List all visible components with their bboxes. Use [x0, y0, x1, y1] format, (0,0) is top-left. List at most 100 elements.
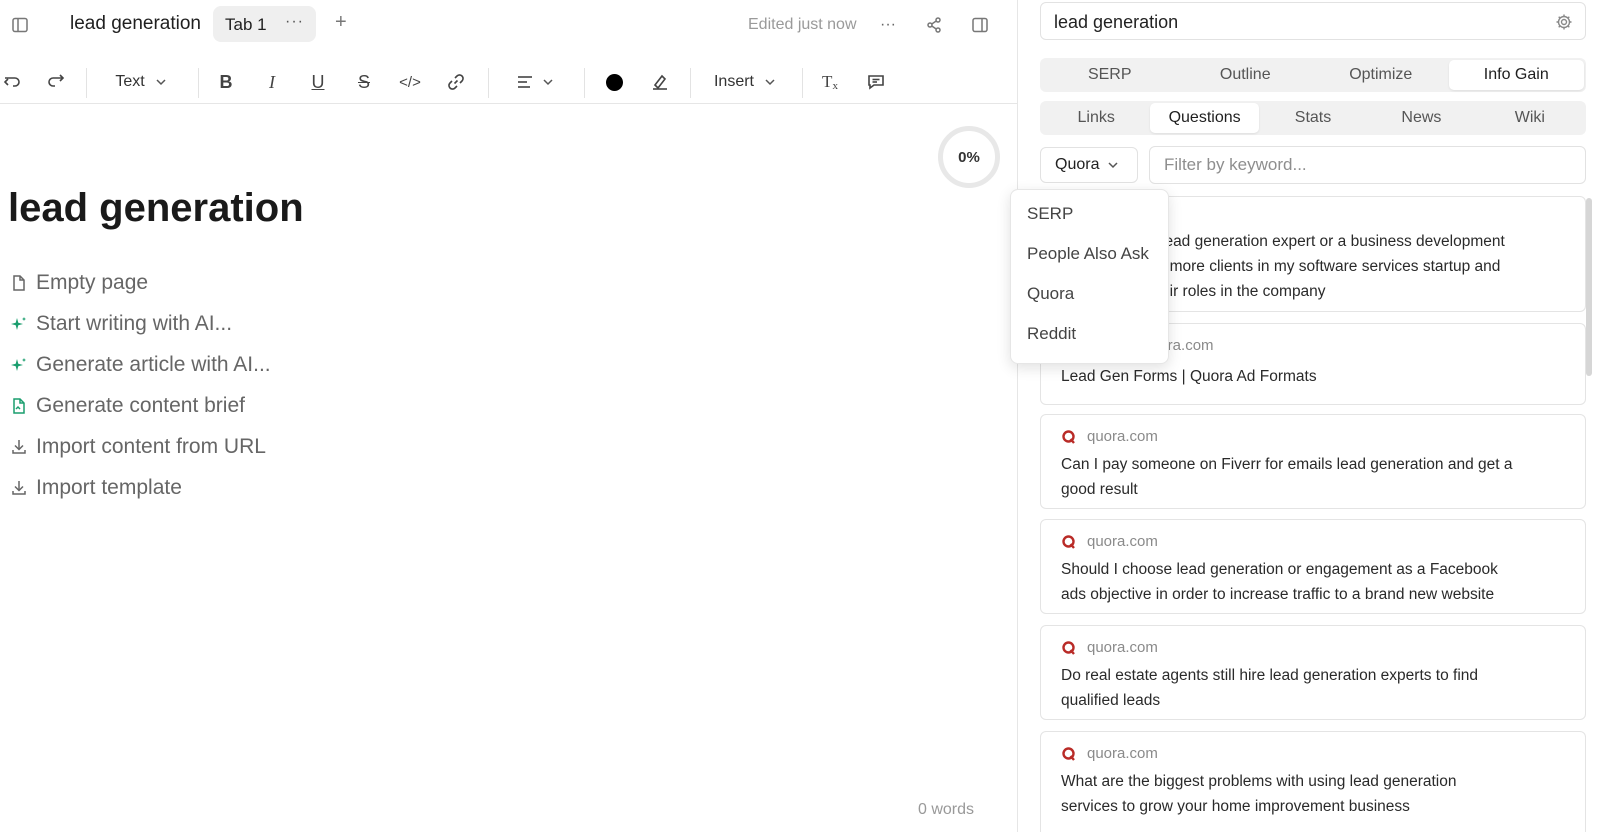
- tab-stats[interactable]: Stats: [1259, 103, 1367, 133]
- link-icon[interactable]: [444, 70, 468, 94]
- document-title[interactable]: lead generation: [70, 13, 201, 35]
- source-option-reddit[interactable]: Reddit: [1027, 324, 1076, 344]
- edit-status: Edited just now: [748, 16, 857, 33]
- quora-icon: [1062, 640, 1075, 655]
- source-option-quora[interactable]: Quora: [1027, 284, 1074, 304]
- toolbar-divider: [86, 68, 87, 98]
- toolbar-divider: [198, 68, 199, 98]
- add-tab-icon[interactable]: +: [335, 11, 347, 34]
- bold-icon[interactable]: B: [214, 70, 238, 94]
- tab-1[interactable]: Tab 1 ···: [213, 6, 316, 42]
- action-start-writing-ai[interactable]: Start writing with AI...: [10, 303, 271, 344]
- keyword-search[interactable]: lead generation: [1040, 2, 1586, 40]
- tab-wiki[interactable]: Wiki: [1476, 103, 1584, 133]
- action-generate-brief[interactable]: Generate content brief: [10, 385, 271, 426]
- clear-format-icon[interactable]: Tx: [818, 70, 842, 94]
- toolbar-divider: [488, 68, 489, 98]
- sparkle-icon: [10, 356, 36, 374]
- italic-icon[interactable]: I: [260, 70, 284, 94]
- source-select[interactable]: Quora: [1040, 147, 1138, 183]
- source-option-people-also-ask[interactable]: People Also Ask: [1027, 244, 1149, 264]
- code-icon[interactable]: </>: [398, 70, 422, 94]
- share-icon[interactable]: [922, 13, 946, 37]
- tab-more-icon[interactable]: ···: [285, 13, 304, 31]
- highlight-icon[interactable]: [648, 70, 672, 94]
- source-select-value: Quora: [1055, 156, 1100, 173]
- word-count: 0 words: [918, 801, 975, 818]
- underline-icon[interactable]: U: [306, 70, 330, 94]
- toolbar-divider: [584, 68, 585, 98]
- list-item[interactable]: quora.com Do real estate agents still hi…: [1040, 625, 1586, 720]
- chevron-down-icon: [156, 79, 166, 86]
- formatting-toolbar: Text B I U S </> Insert Tx: [0, 60, 1018, 104]
- result-text: qualified leads: [1061, 692, 1161, 709]
- quora-icon: [1062, 429, 1075, 444]
- result-text: services to grow your home improvement b…: [1061, 798, 1410, 815]
- page-heading[interactable]: lead generation: [8, 186, 304, 231]
- text-style-label: Text: [115, 73, 145, 90]
- strikethrough-icon[interactable]: S: [352, 70, 376, 94]
- action-label: Generate article with AI...: [36, 352, 271, 376]
- quora-icon: [1062, 534, 1075, 549]
- insert-dropdown[interactable]: Insert: [710, 70, 780, 94]
- main-tabs: SERP Outline Optimize Info Gain: [1040, 58, 1586, 92]
- chevron-down-icon: [543, 79, 553, 86]
- result-text: good result: [1061, 481, 1138, 498]
- content-score-ring: 0%: [938, 126, 1000, 188]
- gear-icon[interactable]: [1555, 13, 1573, 31]
- tab-questions[interactable]: Questions: [1150, 103, 1259, 133]
- action-label: Empty page: [36, 270, 149, 294]
- list-item[interactable]: quora.com Should I choose lead generatio…: [1040, 519, 1586, 614]
- result-source: quora.com: [1061, 533, 1158, 550]
- start-actions-list: Empty page Start writing with AI... Gene…: [10, 262, 271, 508]
- text-style-dropdown[interactable]: Text: [110, 70, 172, 94]
- keyword-value: lead generation: [1054, 12, 1179, 32]
- toolbar-divider: [802, 68, 803, 98]
- result-source: quora.com: [1061, 745, 1158, 762]
- sidebar-toggle-icon[interactable]: [8, 13, 32, 37]
- research-panel: lead generation SERP Outline Optimize In…: [1019, 0, 1600, 832]
- list-item[interactable]: quora.com What are the biggest problems …: [1040, 731, 1586, 832]
- filter-input[interactable]: [1149, 146, 1586, 184]
- list-item[interactable]: quora.com Can I pay someone on Fiverr fo…: [1040, 414, 1586, 509]
- action-generate-article-ai[interactable]: Generate article with AI...: [10, 344, 271, 385]
- result-text: Lead Gen Forms | Quora Ad Formats: [1061, 368, 1317, 385]
- text-color-icon[interactable]: [602, 70, 626, 94]
- result-source: quora.com: [1061, 639, 1158, 656]
- action-import-url[interactable]: Import content from URL: [10, 426, 271, 467]
- content-score-value: 0%: [958, 148, 980, 166]
- download-icon: [10, 438, 36, 456]
- undo-icon[interactable]: [0, 70, 24, 94]
- align-left-icon: [518, 76, 532, 88]
- toolbar-divider: [690, 68, 691, 98]
- action-label: Import template: [36, 475, 182, 499]
- redo-icon[interactable]: [44, 70, 68, 94]
- result-text: ads objective in order to increase traff…: [1061, 586, 1495, 603]
- tab-links[interactable]: Links: [1042, 103, 1150, 133]
- result-source: quora.com: [1061, 428, 1158, 445]
- more-icon[interactable]: ···: [876, 13, 900, 37]
- tab-label: Tab 1: [225, 15, 267, 34]
- source-dropdown-menu: SERP People Also Ask Quora Reddit: [1010, 189, 1169, 364]
- action-import-template[interactable]: Import template: [10, 467, 271, 508]
- tab-outline[interactable]: Outline: [1178, 60, 1314, 90]
- action-label: Generate content brief: [36, 393, 245, 417]
- tab-news[interactable]: News: [1367, 103, 1475, 133]
- result-text: Can I pay someone on Fiverr for emails l…: [1061, 456, 1513, 473]
- panel-toggle-icon[interactable]: [968, 13, 992, 37]
- tab-serp[interactable]: SERP: [1042, 60, 1178, 90]
- editor-pane: lead generation Tab 1 ··· + Edited just …: [0, 0, 1018, 832]
- action-empty-page[interactable]: Empty page: [10, 262, 271, 303]
- action-label: Import content from URL: [36, 434, 266, 458]
- comment-icon[interactable]: [864, 70, 888, 94]
- result-text: Should I choose lead generation or engag…: [1061, 561, 1498, 578]
- tab-optimize[interactable]: Optimize: [1313, 60, 1449, 90]
- file-icon: [10, 274, 36, 292]
- quora-icon: [1062, 746, 1075, 761]
- download-icon: [10, 479, 36, 497]
- results-scrollbar[interactable]: [1586, 198, 1592, 376]
- source-option-serp[interactable]: SERP: [1027, 204, 1073, 224]
- result-text: Do real estate agents still hire lead ge…: [1061, 667, 1479, 684]
- align-dropdown[interactable]: [512, 70, 558, 94]
- tab-info-gain[interactable]: Info Gain: [1448, 60, 1584, 90]
